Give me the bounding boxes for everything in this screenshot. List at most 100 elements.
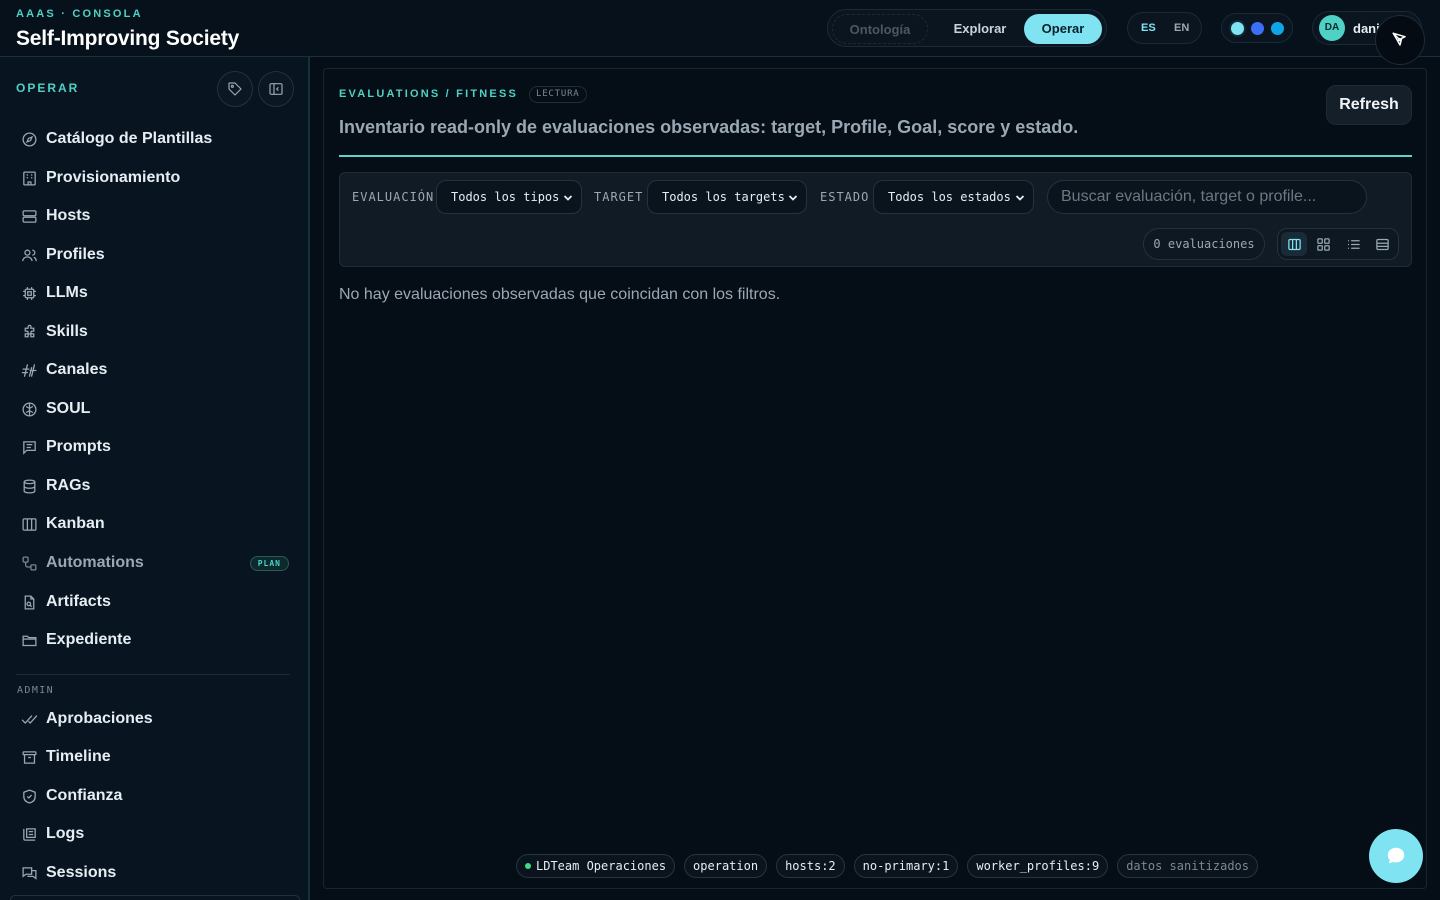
server-icon bbox=[21, 209, 37, 223]
mode-chip: operation bbox=[684, 854, 768, 878]
shield-check-icon bbox=[22, 788, 36, 804]
sidebar-item-rags[interactable]: RAGs bbox=[8, 468, 300, 504]
sidebar-item-canales[interactable]: Canales bbox=[8, 352, 300, 388]
annotate-button[interactable] bbox=[1375, 15, 1425, 65]
view-mode-switch bbox=[1277, 228, 1399, 260]
target-select[interactable]: Todos los targets bbox=[647, 180, 807, 214]
estado-select[interactable]: Todos los estados bbox=[873, 180, 1034, 214]
building-icon bbox=[22, 170, 36, 186]
status-dot bbox=[525, 863, 531, 869]
sidebar-item-llms[interactable]: LLMs bbox=[8, 275, 300, 311]
no-primary-chip: no-primary:1 bbox=[853, 854, 959, 878]
sidebar-item-sessions[interactable]: Sessions bbox=[8, 855, 300, 891]
sidebar-item-label: Timeline bbox=[46, 748, 111, 765]
evaluations-panel: EVALUATIONS / FITNESS LECTURA Refresh In… bbox=[323, 68, 1427, 889]
target-select-value: Todos los targets bbox=[662, 190, 785, 204]
brand-title[interactable]: Self-Improving Society bbox=[16, 27, 239, 51]
brain-icon bbox=[21, 401, 37, 417]
sidebar-item-label: RAGs bbox=[46, 477, 91, 494]
sidebar-item-automations[interactable]: Automations PLAN bbox=[8, 545, 300, 581]
sidebar-item-skills[interactable]: Skills bbox=[8, 314, 300, 350]
hosts-chip: hosts:2 bbox=[776, 854, 845, 878]
mode-explorar-button[interactable]: Explorar bbox=[936, 14, 1024, 44]
sidebar-divider bbox=[16, 674, 290, 675]
sidebar-title: OPERAR bbox=[16, 81, 80, 95]
avatar: DA bbox=[1319, 15, 1345, 41]
chevron-down-icon bbox=[788, 195, 798, 201]
lang-es-button[interactable]: ES bbox=[1141, 22, 1156, 34]
sidebar-item-prompts[interactable]: Prompts bbox=[8, 429, 300, 465]
grid-view-icon bbox=[1316, 237, 1330, 251]
sidebar-item-logs[interactable]: Logs bbox=[8, 816, 300, 852]
refresh-button[interactable]: Refresh bbox=[1326, 85, 1412, 125]
evaluacion-select-value: Todos los tipos bbox=[451, 190, 560, 204]
page-description: Inventario read-only de evaluaciones obs… bbox=[339, 117, 1079, 137]
sidebar-overflow-item bbox=[10, 895, 300, 900]
sidebar-item-expediente[interactable]: Expediente bbox=[8, 622, 300, 658]
section-kicker: EVALUATIONS / FITNESS bbox=[339, 88, 519, 100]
mode-ontologia-button[interactable]: Ontología bbox=[832, 14, 928, 44]
collapse-sidebar-button[interactable] bbox=[258, 71, 294, 107]
sidebar-item-label: SOUL bbox=[46, 400, 91, 417]
sanitized-chip: datos sanitizados bbox=[1117, 854, 1259, 878]
read-only-badge: LECTURA bbox=[529, 86, 587, 103]
sidebar-item-confianza[interactable]: Confianza bbox=[8, 778, 300, 814]
tag-button[interactable] bbox=[217, 71, 253, 107]
accent-divider bbox=[339, 155, 1412, 157]
theme-teal-swatch[interactable] bbox=[1231, 22, 1244, 35]
evaluacion-select[interactable]: Todos los tipos bbox=[436, 180, 582, 214]
view-table-button[interactable] bbox=[1369, 232, 1395, 256]
columns-view-icon bbox=[1287, 238, 1301, 250]
sidebar-item-artifacts[interactable]: Artifacts bbox=[8, 584, 300, 620]
top-header: AAAS · CONSOLA Self-Improving Society On… bbox=[0, 0, 1440, 57]
sidebar-item-label: Kanban bbox=[46, 515, 105, 532]
tag-icon bbox=[228, 82, 242, 96]
sidebar: OPERAR Catálogo de Plantillas Provisiona… bbox=[0, 57, 310, 900]
context-chips: LDTeam Operaciones operation hosts:2 no-… bbox=[516, 854, 1259, 878]
sidebar-item-label: Aprobaciones bbox=[46, 710, 153, 727]
sidebar-item-label: Automations bbox=[46, 554, 144, 571]
antenna-icon bbox=[21, 363, 37, 377]
filter-bar: EVALUACIÓN Todos los tipos TARGET Todos … bbox=[339, 172, 1412, 267]
sidebar-item-label: Canales bbox=[46, 361, 108, 378]
sidebar-item-profiles[interactable]: Profiles bbox=[8, 237, 300, 273]
sidebar-item-kanban[interactable]: Kanban bbox=[8, 506, 300, 542]
view-columns-button[interactable] bbox=[1281, 232, 1307, 256]
workflow-icon bbox=[21, 555, 37, 571]
lang-en-button[interactable]: EN bbox=[1174, 22, 1189, 34]
sidebar-item-label: Catálogo de Plantillas bbox=[46, 130, 213, 147]
worker-profiles-chip: worker_profiles:9 bbox=[967, 854, 1109, 878]
users-icon bbox=[21, 249, 37, 261]
message-icon bbox=[22, 440, 36, 455]
results-count: 0 evaluaciones bbox=[1143, 228, 1265, 260]
sidebar-item-catalogo[interactable]: Catálogo de Plantillas bbox=[8, 121, 300, 157]
view-list-button[interactable] bbox=[1340, 232, 1366, 256]
folder-icon bbox=[21, 635, 37, 646]
sidebar-item-label: Provisionamiento bbox=[46, 169, 181, 186]
sidebar-item-label: Confianza bbox=[46, 787, 123, 804]
mode-switch: Ontología Explorar Operar bbox=[827, 9, 1107, 47]
theme-switch bbox=[1221, 13, 1293, 43]
theme-sky-swatch[interactable] bbox=[1271, 22, 1284, 35]
mode-operar-button[interactable]: Operar bbox=[1024, 14, 1102, 44]
sidebar-item-provisionamiento[interactable]: Provisionamiento bbox=[8, 160, 300, 196]
evaluacion-filter-label: EVALUACIÓN bbox=[352, 190, 435, 204]
sidebar-item-aprobaciones[interactable]: Aprobaciones bbox=[8, 701, 300, 737]
pen-nib-icon bbox=[1392, 32, 1406, 46]
view-grid-button[interactable] bbox=[1310, 232, 1336, 256]
estado-select-value: Todos los estados bbox=[888, 190, 1011, 204]
plan-badge: PLAN bbox=[249, 556, 289, 571]
logs-icon bbox=[22, 827, 36, 841]
sidebar-item-label: Skills bbox=[46, 323, 88, 340]
sidebar-item-hosts[interactable]: Hosts bbox=[8, 198, 300, 234]
archive-icon bbox=[21, 750, 37, 764]
chat-button[interactable] bbox=[1369, 829, 1423, 883]
sidebar-item-label: LLMs bbox=[46, 284, 88, 301]
sidebar-collapse-icon bbox=[269, 83, 283, 95]
sidebar-item-label: Prompts bbox=[46, 438, 111, 455]
sidebar-item-soul[interactable]: SOUL bbox=[8, 391, 300, 427]
search-input[interactable] bbox=[1047, 180, 1367, 214]
sidebar-item-timeline[interactable]: Timeline bbox=[8, 739, 300, 775]
columns-icon bbox=[21, 517, 37, 531]
theme-blue-swatch[interactable] bbox=[1251, 22, 1264, 35]
